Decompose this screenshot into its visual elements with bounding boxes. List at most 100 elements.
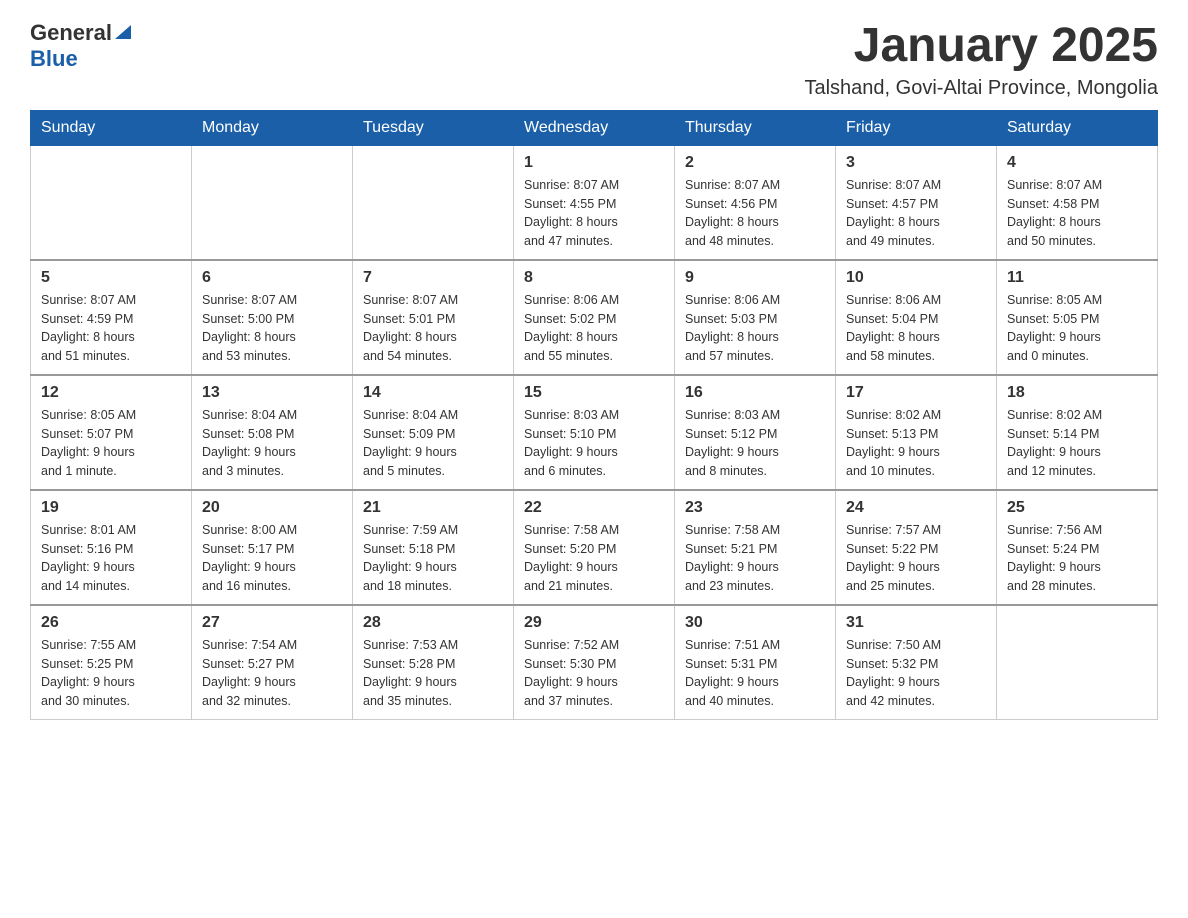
day-info: Sunrise: 8:05 AM Sunset: 5:05 PM Dayligh… [1007,291,1147,366]
day-info: Sunrise: 8:07 AM Sunset: 5:00 PM Dayligh… [202,291,342,366]
day-info: Sunrise: 7:55 AM Sunset: 5:25 PM Dayligh… [41,636,181,711]
day-info: Sunrise: 7:54 AM Sunset: 5:27 PM Dayligh… [202,636,342,711]
day-cell: 11Sunrise: 8:05 AM Sunset: 5:05 PM Dayli… [997,260,1158,375]
day-cell: 29 Sunrise: 7:52 AM Sunset: 5:30 PM Dayli… [514,605,675,720]
logo: General Blue [30,20,131,72]
day-number: 16 [685,384,825,402]
day-number: 13 [202,384,342,402]
day-cell: 2Sunrise: 8:07 AM Sunset: 4:56 PM Daylig… [675,145,836,260]
day-number: 5 [41,269,181,287]
day-cell: 31 Sunrise: 7:50 AM Sunset: 5:32 PM Dayli… [836,605,997,720]
day-cell: 17Sunrise: 8:02 AM Sunset: 5:13 PM Dayli… [836,375,997,490]
day-number: 20 [202,499,342,517]
day-cell [31,145,192,260]
day-info: Sunrise: 8:06 AM Sunset: 5:02 PM Dayligh… [524,291,664,366]
column-header-wednesday: Wednesday [514,110,675,145]
logo-arrow-icon [115,25,131,39]
day-cell: 23 Sunrise: 7:58 AM Sunset: 5:21 PM Dayli… [675,490,836,605]
day-number: 10 [846,269,986,287]
day-cell: 14Sunrise: 8:04 AM Sunset: 5:09 PM Dayli… [353,375,514,490]
day-number: 7 [363,269,503,287]
day-info: Sunrise: 7:51 AM Sunset: 5:31 PM Dayligh… [685,636,825,711]
day-number: 19 [41,499,181,517]
day-info: Sunrise: 7:50 AM Sunset: 5:32 PM Dayligh… [846,636,986,711]
day-cell: 20 Sunrise: 8:00 AM Sunset: 5:17 PM Dayli… [192,490,353,605]
calendar-title: January 2025 [804,20,1158,73]
day-info: Sunrise: 7:52 AM Sunset: 5:30 PM Dayligh… [524,636,664,711]
column-header-sunday: Sunday [31,110,192,145]
day-cell: 28 Sunrise: 7:53 AM Sunset: 5:28 PM Dayli… [353,605,514,720]
day-info: Sunrise: 8:07 AM Sunset: 4:55 PM Dayligh… [524,176,664,251]
week-row-2: 5Sunrise: 8:07 AM Sunset: 4:59 PM Daylig… [31,260,1158,375]
day-info: Sunrise: 8:02 AM Sunset: 5:14 PM Dayligh… [1007,406,1147,481]
day-info: Sunrise: 8:07 AM Sunset: 4:56 PM Dayligh… [685,176,825,251]
day-cell: 3 Sunrise: 8:07 AM Sunset: 4:57 PM Daylig… [836,145,997,260]
day-info: Sunrise: 8:06 AM Sunset: 5:03 PM Dayligh… [685,291,825,366]
day-info: Sunrise: 8:07 AM Sunset: 4:57 PM Dayligh… [846,176,986,251]
day-cell: 13Sunrise: 8:04 AM Sunset: 5:08 PM Dayli… [192,375,353,490]
day-info: Sunrise: 7:56 AM Sunset: 5:24 PM Dayligh… [1007,521,1147,596]
day-cell: 19 Sunrise: 8:01 AM Sunset: 5:16 PM Dayli… [31,490,192,605]
logo-blue: Blue [30,46,78,72]
column-header-thursday: Thursday [675,110,836,145]
day-cell: 30 Sunrise: 7:51 AM Sunset: 5:31 PM Dayli… [675,605,836,720]
day-number: 29 [524,614,664,632]
day-cell: 25 Sunrise: 7:56 AM Sunset: 5:24 PM Dayli… [997,490,1158,605]
day-info: Sunrise: 8:06 AM Sunset: 5:04 PM Dayligh… [846,291,986,366]
week-row-5: 26 Sunrise: 7:55 AM Sunset: 5:25 PM Dayli… [31,605,1158,720]
day-cell [997,605,1158,720]
day-cell: 16 Sunrise: 8:03 AM Sunset: 5:12 PM Dayli… [675,375,836,490]
day-number: 30 [685,614,825,632]
day-info: Sunrise: 8:03 AM Sunset: 5:12 PM Dayligh… [685,406,825,481]
day-info: Sunrise: 8:01 AM Sunset: 5:16 PM Dayligh… [41,521,181,596]
day-info: Sunrise: 7:58 AM Sunset: 5:21 PM Dayligh… [685,521,825,596]
day-info: Sunrise: 7:58 AM Sunset: 5:20 PM Dayligh… [524,521,664,596]
day-info: Sunrise: 8:02 AM Sunset: 5:13 PM Dayligh… [846,406,986,481]
column-header-monday: Monday [192,110,353,145]
day-info: Sunrise: 8:03 AM Sunset: 5:10 PM Dayligh… [524,406,664,481]
day-cell: 18 Sunrise: 8:02 AM Sunset: 5:14 PM Dayli… [997,375,1158,490]
week-row-1: 1 Sunrise: 8:07 AM Sunset: 4:55 PM Daylig… [31,145,1158,260]
day-number: 12 [41,384,181,402]
day-info: Sunrise: 8:07 AM Sunset: 4:58 PM Dayligh… [1007,176,1147,251]
day-number: 28 [363,614,503,632]
day-number: 1 [524,154,664,172]
day-number: 8 [524,269,664,287]
page-header: General Blue January 2025 Talshand, Govi… [30,20,1158,100]
day-info: Sunrise: 8:04 AM Sunset: 5:09 PM Dayligh… [363,406,503,481]
day-number: 21 [363,499,503,517]
day-cell: 27Sunrise: 7:54 AM Sunset: 5:27 PM Dayli… [192,605,353,720]
day-number: 31 [846,614,986,632]
day-info: Sunrise: 8:05 AM Sunset: 5:07 PM Dayligh… [41,406,181,481]
calendar-subtitle: Talshand, Govi-Altai Province, Mongolia [804,77,1158,100]
day-cell: 26 Sunrise: 7:55 AM Sunset: 5:25 PM Dayli… [31,605,192,720]
day-number: 23 [685,499,825,517]
day-info: Sunrise: 8:00 AM Sunset: 5:17 PM Dayligh… [202,521,342,596]
day-cell [353,145,514,260]
logo-general: General [30,20,112,46]
day-cell: 12 Sunrise: 8:05 AM Sunset: 5:07 PM Dayli… [31,375,192,490]
column-header-friday: Friday [836,110,997,145]
calendar-header-row: SundayMondayTuesdayWednesdayThursdayFrid… [31,110,1158,145]
column-header-tuesday: Tuesday [353,110,514,145]
day-cell: 21Sunrise: 7:59 AM Sunset: 5:18 PM Dayli… [353,490,514,605]
week-row-3: 12 Sunrise: 8:05 AM Sunset: 5:07 PM Dayli… [31,375,1158,490]
day-info: Sunrise: 8:07 AM Sunset: 5:01 PM Dayligh… [363,291,503,366]
day-cell: 7 Sunrise: 8:07 AM Sunset: 5:01 PM Daylig… [353,260,514,375]
day-cell: 15 Sunrise: 8:03 AM Sunset: 5:10 PM Dayli… [514,375,675,490]
day-number: 26 [41,614,181,632]
day-number: 25 [1007,499,1147,517]
day-cell: 8 Sunrise: 8:06 AM Sunset: 5:02 PM Daylig… [514,260,675,375]
day-cell: 24Sunrise: 7:57 AM Sunset: 5:22 PM Dayli… [836,490,997,605]
day-cell: 6Sunrise: 8:07 AM Sunset: 5:00 PM Daylig… [192,260,353,375]
day-number: 18 [1007,384,1147,402]
day-number: 4 [1007,154,1147,172]
day-number: 3 [846,154,986,172]
calendar-table: SundayMondayTuesdayWednesdayThursdayFrid… [30,110,1158,720]
day-cell: 1 Sunrise: 8:07 AM Sunset: 4:55 PM Daylig… [514,145,675,260]
day-info: Sunrise: 7:53 AM Sunset: 5:28 PM Dayligh… [363,636,503,711]
day-cell: 22 Sunrise: 7:58 AM Sunset: 5:20 PM Dayli… [514,490,675,605]
day-number: 15 [524,384,664,402]
day-cell [192,145,353,260]
day-number: 22 [524,499,664,517]
